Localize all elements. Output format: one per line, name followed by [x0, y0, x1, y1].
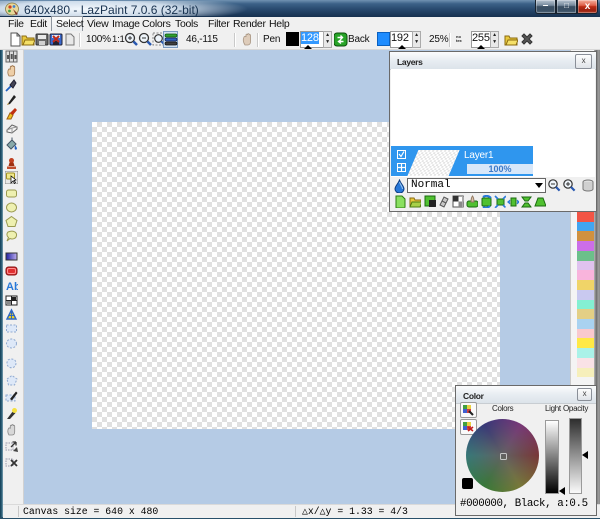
- svg-text:Ab: Ab: [6, 281, 18, 292]
